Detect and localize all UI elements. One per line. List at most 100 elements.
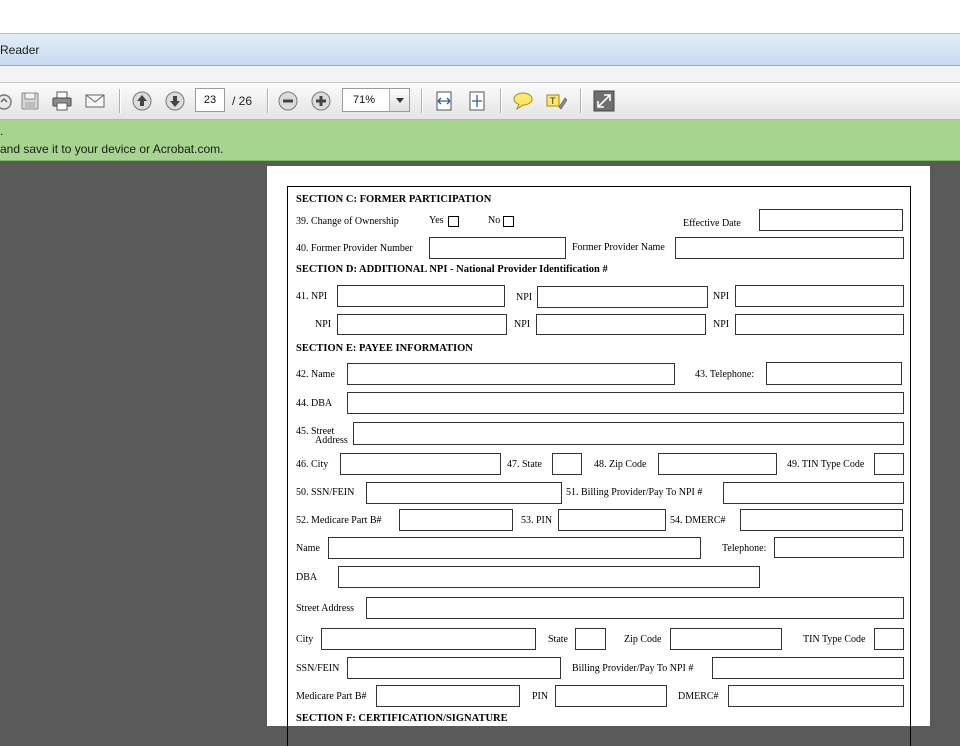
toolbar-separator (500, 89, 502, 113)
page-number-input[interactable]: 23 (195, 88, 225, 112)
payee2-billing-npi-field[interactable] (712, 657, 904, 679)
payee-name-field[interactable] (347, 363, 675, 385)
payee2-pin-field[interactable] (555, 685, 667, 707)
payee-telephone-field[interactable] (766, 362, 902, 385)
toolbar-separator (267, 89, 269, 113)
label-ssn: SSN/FEIN (296, 663, 340, 674)
payee-street-address-field[interactable] (353, 422, 904, 445)
payee-zip-field[interactable] (658, 453, 777, 475)
npi-field-1[interactable] (337, 285, 505, 307)
label-telephone: Telephone: (722, 543, 767, 554)
label-44: 44. DBA (296, 398, 333, 409)
label-medicare: Medicare Part B# (296, 691, 367, 702)
previous-page-icon[interactable] (130, 89, 154, 113)
label-city: City (296, 634, 314, 645)
payee2-dba-field[interactable] (338, 566, 760, 588)
save-icon[interactable] (18, 89, 42, 113)
no-checkbox[interactable] (503, 216, 514, 227)
label-state: State (548, 634, 568, 645)
label-dmerc: DMERC# (678, 691, 719, 702)
npi-field-5[interactable] (536, 314, 706, 335)
payee-dba-field[interactable] (347, 392, 904, 414)
payee-state-field[interactable] (552, 453, 582, 475)
payee-tin-type-field[interactable] (874, 453, 904, 475)
npi-field-4[interactable] (337, 314, 507, 335)
zoom-select[interactable]: 71% (342, 88, 410, 112)
label-effective-date: Effective Date (683, 218, 741, 229)
section-f-heading: SECTION F: CERTIFICATION/SIGNATURE (296, 713, 508, 724)
payee2-name-field[interactable] (328, 537, 701, 559)
section-c-heading: SECTION C: FORMER PARTICIPATION (296, 194, 492, 205)
label-46: 46. City (296, 459, 329, 470)
npi-field-3[interactable] (735, 285, 904, 307)
section-e-heading: SECTION E: PAYEE INFORMATION (296, 343, 473, 354)
label-50: 50. SSN/FEIN (296, 487, 355, 498)
pdf-page: SECTION C: FORMER PARTICIPATION 39. Chan… (267, 166, 930, 746)
payee-billing-npi-field[interactable] (723, 482, 904, 504)
payee2-zip-field[interactable] (670, 628, 782, 650)
payee-medicare-field[interactable] (399, 509, 513, 531)
label-dba: DBA (296, 572, 318, 583)
label-54: 54. DMERC# (670, 515, 726, 526)
label-53: 53. PIN (521, 515, 553, 526)
payee2-street-address-field[interactable] (366, 597, 904, 619)
comment-icon[interactable] (511, 89, 535, 113)
payee-dmerc-field[interactable] (740, 509, 903, 531)
payee2-state-field[interactable] (575, 628, 606, 650)
payee2-medicare-field[interactable] (376, 685, 520, 707)
label-41: 41. NPI (296, 291, 328, 302)
label-npi: NPI (315, 319, 332, 330)
npi-field-6[interactable] (735, 314, 904, 335)
payee2-city-field[interactable] (321, 628, 536, 650)
notification-bar: . and save it to your device or Acrobat.… (0, 120, 960, 161)
label-pin: PIN (532, 691, 549, 702)
cloud-icon[interactable] (0, 89, 16, 113)
fit-page-icon[interactable] (465, 89, 489, 113)
label-48: 48. Zip Code (594, 459, 647, 470)
window-titlebar: Reader (0, 33, 960, 66)
effective-date-field[interactable] (759, 209, 903, 231)
top-blank-area (0, 0, 960, 33)
label-yes: Yes (429, 215, 444, 226)
label-52: 52. Medicare Part B# (296, 515, 382, 526)
former-provider-number-field[interactable] (429, 237, 566, 259)
zoom-value: 71% (353, 94, 376, 106)
payee-pin-field[interactable] (558, 509, 666, 531)
label-billing: Billing Provider/Pay To NPI # (572, 663, 694, 674)
former-provider-name-field[interactable] (675, 237, 904, 259)
label-npi: NPI (516, 292, 533, 303)
label-former-provider-name: Former Provider Name (572, 242, 665, 253)
label-npi: NPI (713, 291, 730, 302)
label-47: 47. State (507, 459, 542, 470)
payee-city-field[interactable] (340, 453, 501, 475)
toolbar: T (0, 82, 960, 120)
payee2-dmerc-field[interactable] (728, 685, 904, 707)
label-no: No (488, 215, 501, 226)
label-40: 40. Former Provider Number (296, 243, 413, 254)
email-icon[interactable] (83, 89, 107, 113)
highlight-icon[interactable]: T (544, 89, 568, 113)
payee2-telephone-field[interactable] (774, 537, 904, 558)
label-tin: TIN Type Code (803, 634, 866, 645)
label-42: 42. Name (296, 369, 335, 380)
label-name: Name (296, 543, 320, 554)
zoom-out-icon[interactable] (276, 89, 300, 113)
next-page-icon[interactable] (163, 89, 187, 113)
fullscreen-icon[interactable] (592, 89, 616, 113)
label-zip: Zip Code (624, 634, 662, 645)
svg-text:T: T (549, 97, 556, 107)
fit-width-icon[interactable] (432, 89, 456, 113)
section-d-heading: SECTION D: ADDITIONAL NPI - National Pro… (296, 264, 608, 275)
chevron-down-icon[interactable] (389, 89, 409, 111)
yes-checkbox[interactable] (448, 216, 459, 227)
payee-ssn-fein-field[interactable] (366, 482, 562, 504)
label-39: 39. Change of Ownership (296, 216, 399, 227)
npi-field-2[interactable] (537, 286, 708, 308)
label-npi: NPI (713, 319, 730, 330)
zoom-in-icon[interactable] (309, 89, 333, 113)
print-icon[interactable] (50, 89, 74, 113)
label-45-address: Address (315, 435, 348, 446)
payee2-tin-type-field[interactable] (874, 628, 904, 650)
payee2-ssn-fein-field[interactable] (347, 657, 561, 679)
page-total: / 26 (232, 94, 253, 108)
